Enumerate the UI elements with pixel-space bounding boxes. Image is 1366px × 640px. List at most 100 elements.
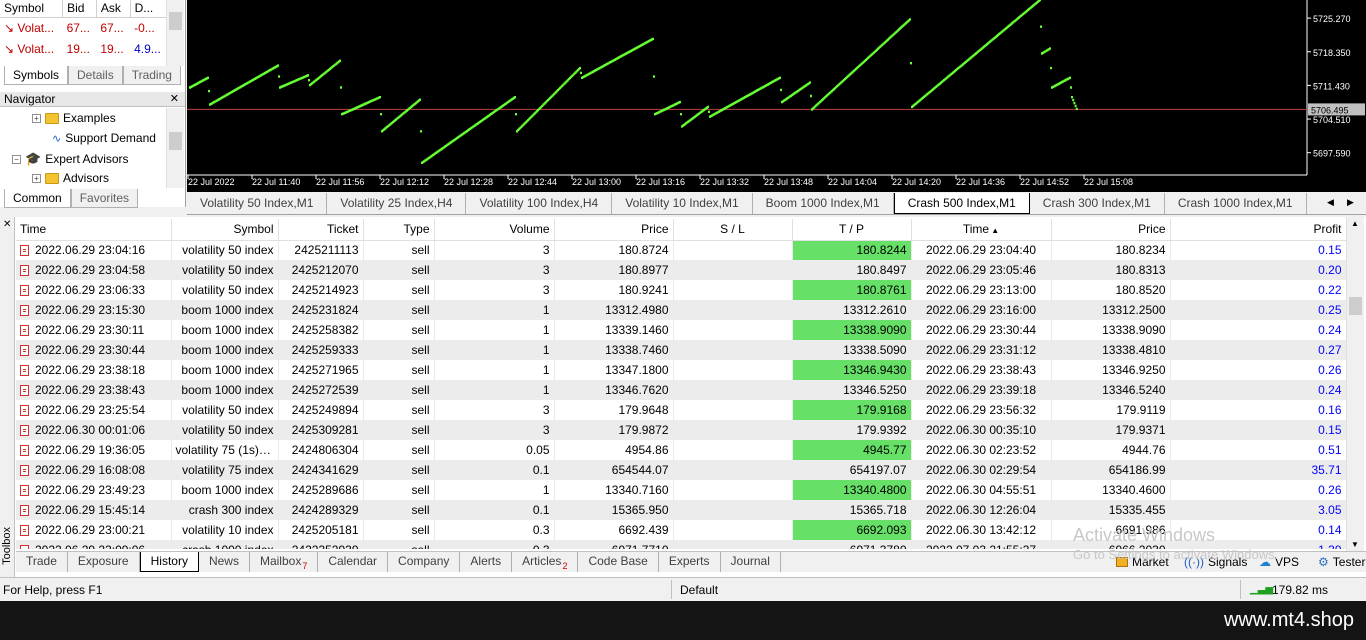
history-cell: 2022.06.29 16:08:08 (16, 460, 172, 480)
col-symbol[interactable]: Symbol (0, 0, 64, 18)
history-row[interactable]: 2022.06.29 23:30:11 boom 1000 index 242525… (16, 320, 1346, 340)
chart-tab[interactable]: Crash 500 Index,M1 (893, 193, 1030, 214)
chart-tab[interactable]: Crash 1000 Index,M1 (1165, 193, 1307, 214)
history-cell: 2022.06.30 00:35:10 (911, 420, 1052, 440)
chart-tab[interactable]: Volatility 100 Index,H4 (466, 193, 613, 214)
toolbox-tab[interactable]: Code Base (578, 552, 659, 572)
history-cell: 654197.07 (792, 460, 912, 480)
scroll-up-icon[interactable]: ▲ (1351, 219, 1359, 228)
history-cell: 13338.9090 (1051, 320, 1171, 340)
col-header[interactable]: Price (554, 219, 674, 241)
col-header[interactable]: Price (1051, 219, 1171, 241)
history-row[interactable]: 2022.06.29 16:08:08 volatility 75 index 24… (16, 460, 1346, 480)
cell-value: 13338.5090 (843, 343, 907, 357)
cell-value: 1 (542, 363, 550, 377)
toolbox-tab[interactable]: Exposure (68, 552, 140, 572)
tab-trading[interactable]: Trading (122, 66, 181, 85)
market-watch-row[interactable]: ↘ Volat... 67... 67... -0... (0, 17, 168, 38)
chart-tab[interactable]: Volatility 25 Index,H4 (327, 193, 467, 214)
market-watch-scrollbar[interactable] (166, 0, 184, 66)
col-header[interactable]: Symbol (171, 219, 279, 241)
col-header[interactable]: S / L (673, 219, 793, 241)
col-header[interactable]: Type (363, 219, 435, 241)
nav-item-advisors[interactable]: + Advisors (32, 171, 109, 185)
expand-icon[interactable]: + (32, 173, 41, 183)
history-row[interactable]: 2022.06.29 23:30:44 boom 1000 index 242525… (16, 340, 1346, 360)
market-watch-row[interactable]: ↘ Volat... 19... 19... 4.9... (0, 38, 168, 59)
chart-tab[interactable]: Crash 300 Index,M1 (1030, 193, 1165, 214)
history-cell: 4945.77 (792, 440, 912, 460)
tab-details[interactable]: Details (68, 66, 123, 85)
history-cell: 0.24 (1170, 320, 1346, 340)
cell-value: 179.9119 (1116, 403, 1166, 417)
history-row[interactable]: 2022.06.29 15:45:14 crash 300 index 242428… (16, 500, 1346, 520)
toolbox-tab[interactable]: Experts (659, 552, 721, 572)
history-row[interactable]: 2022.06.29 23:38:18 boom 1000 index 242527… (16, 360, 1346, 380)
chart-canvas[interactable]: 5725.270 5718.350 5711.430 5704.510 5697.590… (187, 0, 1366, 192)
history-row[interactable]: 2022.06.29 23:25:54 volatility 50 index 24… (16, 400, 1346, 420)
col-header[interactable]: Profit (1170, 219, 1346, 241)
scroll-down-icon[interactable]: ▼ (1351, 540, 1359, 549)
history-row[interactable]: 2022.06.29 19:36:05 volatility 75 (1s) i.… (16, 440, 1346, 460)
col-bid[interactable]: Bid (62, 0, 97, 18)
col-header[interactable]: Ticket (278, 219, 364, 241)
col-ask[interactable]: Ask (96, 0, 131, 18)
history-row[interactable]: 2022.06.29 23:15:30 boom 1000 index 242523… (16, 300, 1346, 320)
toolbox-tab[interactable]: News (199, 552, 250, 572)
price-chart[interactable]: 5725.270 5718.350 5711.430 5704.510 5697.590… (187, 0, 1366, 192)
col-header[interactable]: Time ▲ (911, 219, 1052, 241)
tab-scroll-right-icon[interactable]: ▶ (1347, 197, 1354, 208)
chart-tab[interactable]: Volatility 10 Index,M1 (612, 193, 753, 214)
tab-favorites[interactable]: Favorites (70, 189, 139, 208)
history-row[interactable]: 2022.06.29 23:38:43 boom 1000 index 242527… (16, 380, 1346, 400)
tab-common[interactable]: Common (4, 189, 71, 208)
expand-icon[interactable]: + (32, 113, 41, 123)
toolbox-tab[interactable]: Company (388, 552, 461, 572)
toolbox-tab[interactable]: Mailbox7 (250, 552, 319, 572)
history-row[interactable]: 2022.06.30 00:01:06 volatility 50 index 24… (16, 420, 1346, 440)
col-header[interactable]: Volume (434, 219, 555, 241)
chart-tab[interactable]: Boom 1000 Index,M1 (753, 193, 894, 214)
collapse-icon[interactable]: − (12, 154, 21, 164)
toolbox-tab[interactable]: Journal (721, 552, 781, 572)
cell-value: 4945.77 (863, 443, 907, 457)
history-cell: 2424341629 (278, 460, 364, 480)
cell-value: 3.05 (1318, 503, 1342, 517)
history-cell: 0.3 (434, 540, 555, 549)
cell-value: 180.8244 (856, 243, 907, 258)
status-profile[interactable]: Default (680, 583, 718, 597)
cell-value: 13346.9430 (843, 363, 907, 377)
history-row[interactable]: 2022.06.29 23:04:16 volatility 50 index 24… (16, 240, 1346, 260)
history-cell: 2022.06.29 23:06:33 (16, 280, 172, 300)
history-row[interactable]: 2022.06.29 23:04:58 volatility 50 index 24… (16, 260, 1346, 280)
history-cell: 180.8497 (792, 260, 912, 280)
price-series (189, 0, 1078, 164)
toolbox-tab[interactable]: Articles2 (512, 552, 579, 572)
cell-value: 2022.06.30 00:01:06 (35, 423, 146, 437)
cell-value: 0.1 (532, 503, 550, 517)
toolbox-tab[interactable]: Alerts (460, 552, 513, 572)
toolbox-tab[interactable]: Trade (16, 552, 68, 572)
cell-value: 2022.06.29 23:06:33 (35, 283, 146, 297)
history-scrollbar[interactable]: ▲ ▼ (1346, 217, 1364, 551)
toolbox-tab[interactable]: History (139, 552, 199, 572)
tab-scroll-left-icon[interactable]: ◀ (1327, 197, 1334, 208)
tab-symbols[interactable]: Symbols (4, 66, 69, 85)
toolbox-tab[interactable]: Calendar (318, 552, 389, 572)
nav-item-support-demand[interactable]: ∿ Support Demand (52, 131, 156, 145)
col-change[interactable]: D... (130, 0, 169, 18)
close-icon[interactable]: ✕ (170, 92, 179, 107)
col-header[interactable]: T / P (792, 219, 912, 241)
deal-icon (20, 425, 29, 436)
close-icon[interactable]: ✕ (3, 219, 11, 230)
navigator-scrollbar[interactable] (166, 108, 184, 188)
history-row[interactable]: 2022.06.29 23:06:33 volatility 50 index 24… (16, 280, 1346, 300)
nav-item-examples[interactable]: + Examples (32, 111, 116, 125)
history-row[interactable]: 2022.06.29 23:49:23 boom 1000 index 242528… (16, 480, 1346, 500)
cell-value: 13347.1800 (605, 363, 669, 377)
tester-button[interactable]: ⚙ Tester (1318, 555, 1365, 569)
nav-item-expert-advisors[interactable]: − 🎓 Expert Advisors (12, 151, 129, 167)
col-header[interactable]: Time (16, 219, 172, 241)
chart-tab[interactable]: Volatility 50 Index,M1 (187, 193, 328, 214)
history-cell: 2022.06.30 00:01:06 (16, 420, 172, 440)
